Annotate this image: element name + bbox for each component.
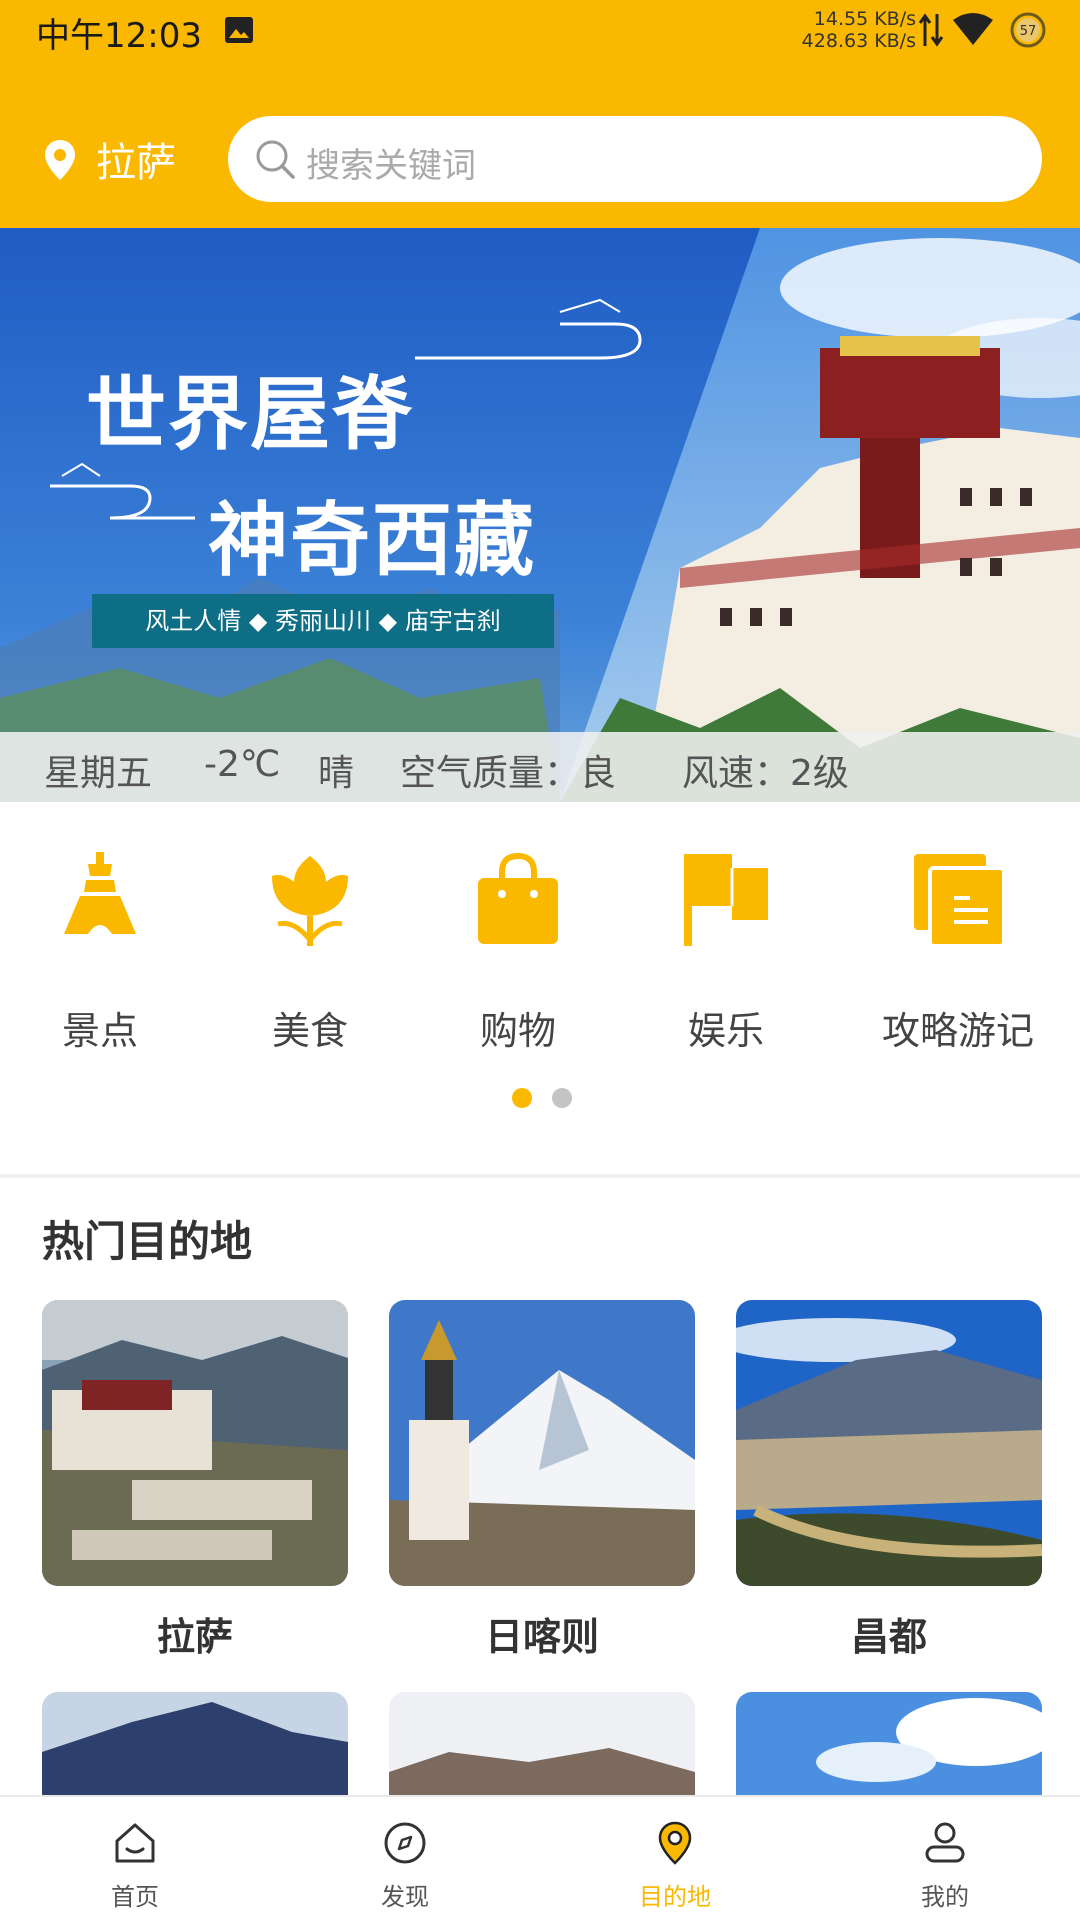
compass-icon (384, 1822, 426, 1864)
banner-title-2: 神奇西藏 (208, 494, 536, 587)
category-guides[interactable]: 攻略游记 (858, 830, 1058, 1053)
banner-image (0, 228, 1080, 802)
destination-image (389, 1300, 695, 1586)
nav-profile[interactable]: 我的 (810, 1797, 1080, 1920)
flag-icon (684, 854, 768, 946)
document-icon (914, 854, 1006, 948)
destination-card[interactable] (736, 1692, 1042, 1812)
category-grid: 景点 美食 购物 娱乐 攻略游记 (0, 830, 1080, 1053)
flower-icon (272, 856, 348, 946)
page-dot-active[interactable] (512, 1088, 532, 1108)
tower-icon (64, 852, 136, 934)
category-entertainment[interactable]: 娱乐 (626, 830, 826, 1053)
destination-image (389, 1692, 695, 1812)
destination-image (42, 1692, 348, 1812)
destination-image (736, 1692, 1042, 1812)
banner-carousel[interactable]: 世界屋脊 神奇西藏 风土人情 ◆ 秀丽山川 ◆ 庙宇古刹 星期五 -2℃ 晴 空… (0, 228, 1080, 802)
current-city[interactable]: 拉萨 (96, 130, 176, 188)
header: 拉萨 搜索关键词 (0, 108, 1080, 204)
battery-icon: 57 (1010, 12, 1046, 48)
popular-destinations-title: 热门目的地 (42, 1217, 253, 1266)
image-notification-icon (225, 17, 253, 43)
search-placeholder: 搜索关键词 (306, 146, 476, 186)
destination-card-shigatse[interactable]: 日喀则 (389, 1300, 695, 1661)
nav-home[interactable]: 首页 (0, 1797, 270, 1920)
section-divider (0, 1174, 1080, 1178)
category-food[interactable]: 美食 (210, 830, 410, 1053)
weather-bar: 星期五 -2℃ 晴 空气质量：良 风速：2级 (0, 732, 1080, 802)
search-icon (256, 140, 295, 179)
weather-condition: 晴 (318, 753, 355, 794)
shopping-bag-icon (478, 852, 558, 944)
location-pin-icon (658, 1821, 692, 1865)
destination-card-chamdo[interactable]: 昌都 (736, 1300, 1042, 1661)
category-page-indicator (512, 1088, 572, 1108)
home-icon (115, 1823, 155, 1863)
banner-tags: 风土人情 ◆ 秀丽山川 ◆ 庙宇古刹 (92, 594, 554, 648)
status-bar: 中午12:03 14.55 KB/s 428.63 KB/s 57 (0, 0, 1080, 64)
destination-card[interactable] (42, 1692, 348, 1812)
bottom-navigation: 首页 发现 目的地 我的 (0, 1795, 1080, 1920)
destination-card-lhasa[interactable]: 拉萨 (42, 1300, 348, 1661)
destination-image (736, 1300, 1042, 1586)
top-bar: 中午12:03 14.55 KB/s 428.63 KB/s 57 拉萨 搜索关… (0, 0, 1080, 228)
network-speed: 14.55 KB/s 428.63 KB/s (801, 8, 916, 52)
weather-temp: -2℃ (204, 744, 281, 785)
nav-destination[interactable]: 目的地 (540, 1797, 810, 1920)
svg-text:57: 57 (1020, 24, 1037, 39)
weather-wind: 风速：2级 (682, 753, 849, 794)
status-time: 中午12:03 (36, 16, 202, 56)
nav-discover[interactable]: 发现 (270, 1797, 540, 1920)
category-shopping[interactable]: 购物 (418, 830, 618, 1053)
weather-air-quality: 空气质量：良 (400, 753, 617, 794)
wifi-icon (953, 13, 993, 45)
location-icon[interactable] (42, 138, 78, 182)
weather-day: 星期五 (44, 753, 153, 794)
category-scenic[interactable]: 景点 (0, 830, 200, 1053)
user-icon (925, 1822, 965, 1863)
destination-card[interactable] (389, 1692, 695, 1812)
search-input[interactable]: 搜索关键词 (228, 116, 1042, 202)
banner-title-1: 世界屋脊 (86, 368, 414, 461)
destination-image (42, 1300, 348, 1586)
page-dot[interactable] (552, 1088, 572, 1108)
data-transfer-icon (918, 13, 944, 47)
